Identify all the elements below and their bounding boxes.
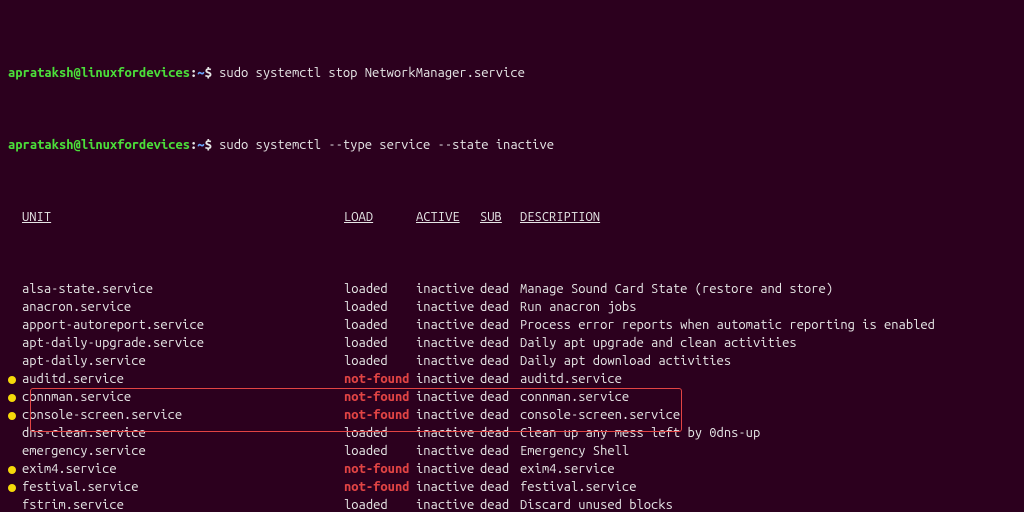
description: Manage Sound Card State (restore and sto… (520, 280, 833, 298)
prompt-path: ~ (197, 66, 204, 80)
table-row: emergency.serviceloadedinactivedeadEmerg… (8, 442, 1016, 460)
active-state: inactive (416, 460, 480, 478)
unit-name: exim4.service (22, 460, 344, 478)
sub-state: dead (480, 442, 520, 460)
active-state: inactive (416, 496, 480, 512)
header-active: ACTIVE (416, 208, 480, 226)
unit-name: festival.service (22, 478, 344, 496)
bullet-icon (8, 484, 16, 492)
unit-name: apt-daily.service (22, 352, 344, 370)
load-state: not-found (344, 460, 416, 478)
bullet-icon (8, 412, 16, 420)
header-unit: UNIT (22, 208, 344, 226)
header-load: LOAD (344, 208, 416, 226)
description: Daily apt upgrade and clean activities (520, 334, 797, 352)
table-row: festival.servicenot-foundinactivedeadfes… (8, 478, 1016, 496)
active-state: inactive (416, 334, 480, 352)
command-2: sudo systemctl --type service --state in… (219, 138, 554, 152)
description: festival.service (520, 478, 636, 496)
load-state: not-found (344, 370, 416, 388)
prompt-line-2: aprataksh@linuxfordevices:~$ sudo system… (8, 136, 1016, 154)
table-row: anacron.serviceloadedinactivedeadRun ana… (8, 298, 1016, 316)
prompt-host: linuxfordevices (81, 66, 190, 80)
active-state: inactive (416, 424, 480, 442)
table-row: fstrim.serviceloadedinactivedeadDiscard … (8, 496, 1016, 512)
description: Process error reports when automatic rep… (520, 316, 935, 334)
bullet-icon (8, 376, 16, 384)
sub-state: dead (480, 388, 520, 406)
table-row: apt-daily.serviceloadedinactivedeadDaily… (8, 352, 1016, 370)
unit-name: connman.service (22, 388, 344, 406)
sub-state: dead (480, 316, 520, 334)
sub-state: dead (480, 496, 520, 512)
load-state: not-found (344, 478, 416, 496)
header-desc: DESCRIPTION (520, 208, 600, 226)
description: console-screen.service (520, 406, 680, 424)
load-state: loaded (344, 442, 416, 460)
description: connman.service (520, 388, 629, 406)
load-state: not-found (344, 388, 416, 406)
sub-state: dead (480, 478, 520, 496)
description: Run anacron jobs (520, 298, 636, 316)
description: Discard unused blocks (520, 496, 673, 512)
sub-state: dead (480, 352, 520, 370)
description: Emergency Shell (520, 442, 629, 460)
active-state: inactive (416, 478, 480, 496)
active-state: inactive (416, 388, 480, 406)
load-state: loaded (344, 280, 416, 298)
table-row: apport-autoreport.serviceloadedinactived… (8, 316, 1016, 334)
load-state: loaded (344, 316, 416, 334)
sub-state: dead (480, 334, 520, 352)
table-row: auditd.servicenot-foundinactivedeadaudit… (8, 370, 1016, 388)
table-row: dns-clean.serviceloadedinactivedeadClean… (8, 424, 1016, 442)
load-state: loaded (344, 496, 416, 512)
active-state: inactive (416, 442, 480, 460)
unit-name: fstrim.service (22, 496, 344, 512)
header-sub: SUB (480, 208, 520, 226)
unit-name: apport-autoreport.service (22, 316, 344, 334)
sub-state: dead (480, 424, 520, 442)
unit-name: anacron.service (22, 298, 344, 316)
table-row: apt-daily-upgrade.serviceloadedinactived… (8, 334, 1016, 352)
service-list: alsa-state.serviceloadedinactivedeadMana… (8, 280, 1016, 512)
sub-state: dead (480, 298, 520, 316)
load-state: not-found (344, 406, 416, 424)
sub-state: dead (480, 460, 520, 478)
active-state: inactive (416, 298, 480, 316)
active-state: inactive (416, 280, 480, 298)
active-state: inactive (416, 352, 480, 370)
table-row: alsa-state.serviceloadedinactivedeadMana… (8, 280, 1016, 298)
active-state: inactive (416, 406, 480, 424)
sub-state: dead (480, 280, 520, 298)
table-header: UNITLOADACTIVESUBDESCRIPTION (8, 208, 1016, 226)
table-row: console-screen.servicenot-foundinactived… (8, 406, 1016, 424)
sub-state: dead (480, 406, 520, 424)
description: auditd.service (520, 370, 622, 388)
table-row: connman.servicenot-foundinactivedeadconn… (8, 388, 1016, 406)
active-state: inactive (416, 316, 480, 334)
sub-state: dead (480, 370, 520, 388)
description: Clean up any mess left by 0dns-up (520, 424, 760, 442)
unit-name: alsa-state.service (22, 280, 344, 298)
load-state: loaded (344, 334, 416, 352)
load-state: loaded (344, 298, 416, 316)
unit-name: apt-daily-upgrade.service (22, 334, 344, 352)
unit-name: emergency.service (22, 442, 344, 460)
command-1: sudo systemctl stop NetworkManager.servi… (219, 66, 525, 80)
prompt-line-1: aprataksh@linuxfordevices:~$ sudo system… (8, 64, 1016, 82)
bullet-icon (8, 466, 16, 474)
description: exim4.service (520, 460, 615, 478)
bullet-icon (8, 394, 16, 402)
unit-name: auditd.service (22, 370, 344, 388)
table-row: exim4.servicenot-foundinactivedeadexim4.… (8, 460, 1016, 478)
load-state: loaded (344, 352, 416, 370)
unit-name: console-screen.service (22, 406, 344, 424)
unit-name: dns-clean.service (22, 424, 344, 442)
load-state: loaded (344, 424, 416, 442)
active-state: inactive (416, 370, 480, 388)
description: Daily apt download activities (520, 352, 731, 370)
terminal-window[interactable]: aprataksh@linuxfordevices:~$ sudo system… (0, 0, 1024, 512)
prompt-user: aprataksh (8, 66, 74, 80)
